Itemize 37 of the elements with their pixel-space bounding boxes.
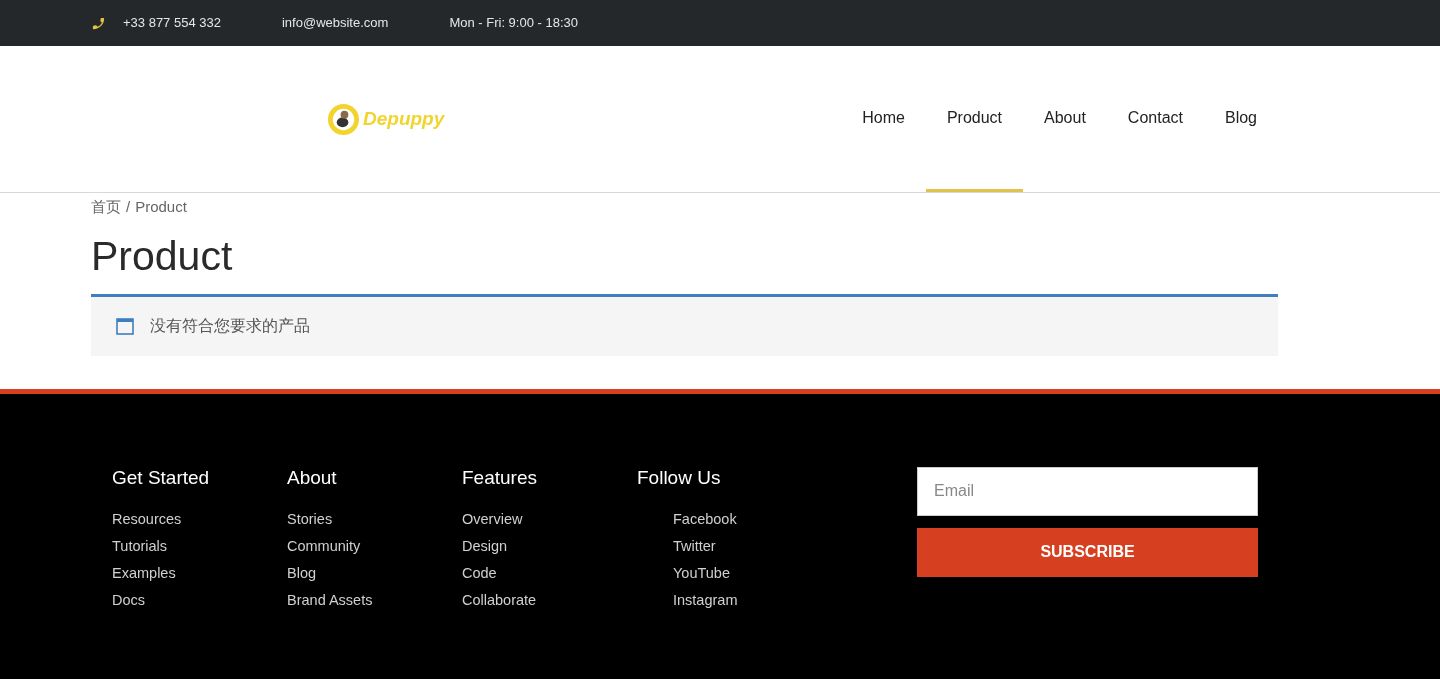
page-title: Product — [91, 231, 234, 281]
email-address: info@website.com — [281, 14, 389, 33]
footer-heading: About — [287, 465, 338, 490]
phone-icon — [91, 15, 106, 31]
subscribe-button[interactable]: SUBSCRIBE — [917, 527, 1258, 577]
footer-link[interactable]: Tutorials — [112, 533, 287, 561]
notice-text: 没有符合您要求的产品 — [150, 316, 310, 337]
footer-link[interactable]: Stories — [287, 506, 462, 534]
footer-link[interactable]: Facebook — [637, 506, 812, 534]
footer-link[interactable]: Examples — [112, 560, 287, 588]
footer-link[interactable]: Resources — [112, 506, 287, 534]
footer-link[interactable]: Overview — [462, 506, 637, 534]
footer-link[interactable]: Twitter — [637, 533, 812, 561]
opening-hours: Mon - Fri: 9:00 - 18:30 — [449, 14, 578, 33]
nav-link[interactable]: Blog — [1203, 46, 1278, 192]
window-icon — [116, 317, 134, 335]
footer-link[interactable]: Brand Assets — [287, 587, 462, 615]
breadcrumb-link[interactable]: 首页 — [91, 196, 121, 219]
footer-link[interactable]: Blog — [287, 560, 462, 588]
nav-link[interactable]: Home — [841, 46, 926, 192]
footer-link[interactable]: Docs — [112, 587, 287, 615]
footer-link[interactable]: Code — [462, 560, 637, 588]
footer-link[interactable]: Design — [462, 533, 637, 561]
footer-link[interactable]: Collaborate — [462, 587, 637, 615]
phone-number: +33 877 554 332 — [123, 14, 221, 33]
footer-heading: Features — [462, 465, 538, 490]
nav-link[interactable]: Contact — [1106, 46, 1204, 192]
nav-link[interactable]: About — [1023, 46, 1107, 192]
breadcrumb-separator: / — [126, 197, 131, 217]
footer-heading: Get Started — [112, 465, 211, 490]
nav-link[interactable]: Product — [925, 46, 1023, 192]
breadcrumb-current: Product — [135, 197, 187, 217]
footer-heading: Follow Us — [637, 465, 722, 490]
footer-link[interactable]: YouTube — [637, 560, 812, 588]
footer-link[interactable]: Instagram — [637, 587, 812, 615]
footer-link[interactable]: Community — [287, 533, 462, 561]
email-field[interactable]: Email — [917, 466, 1258, 516]
